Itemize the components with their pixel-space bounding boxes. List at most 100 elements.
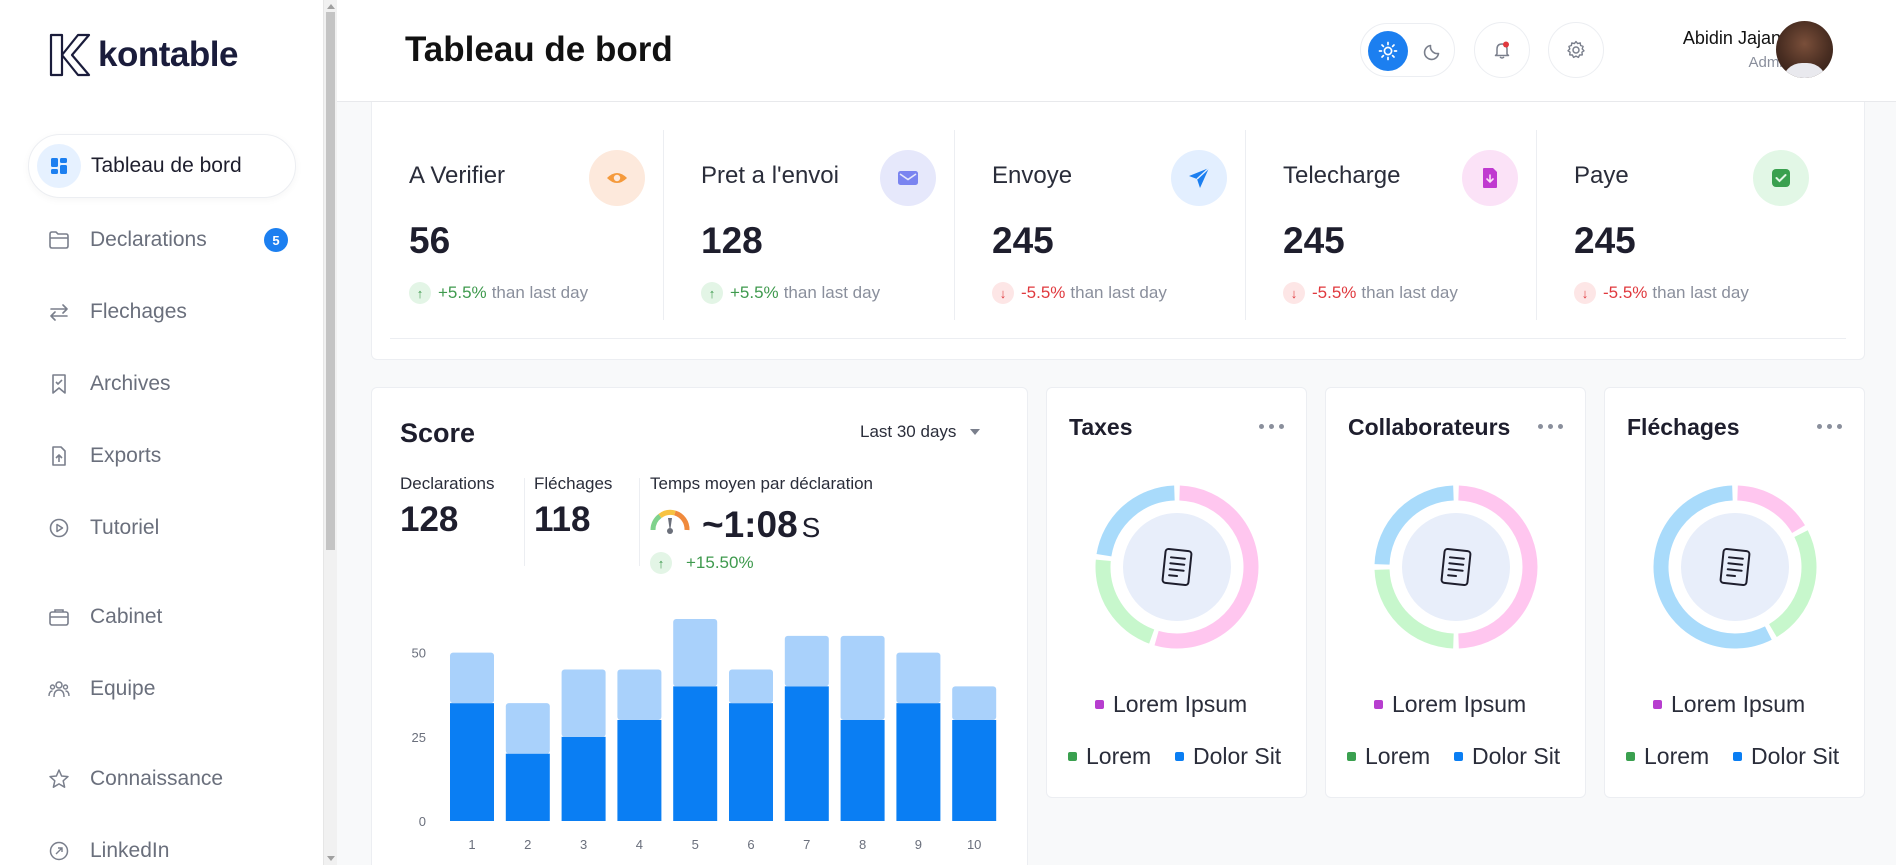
more-options-icon[interactable]	[1538, 424, 1563, 429]
legend-swatch	[1175, 752, 1184, 761]
legend-item: Lorem Ipsum	[1374, 691, 1526, 718]
y-tick-label: 0	[419, 814, 426, 829]
bar-6-series-1	[729, 703, 773, 821]
trend-pct: +5.5%	[730, 283, 779, 302]
scroll-up-arrow-icon[interactable]	[327, 4, 335, 9]
stat-value: 245	[1283, 220, 1345, 261]
play-circle-icon	[44, 513, 74, 543]
sidebar-item-archives[interactable]: Archives	[28, 352, 296, 416]
stat-title: A Verifier	[409, 162, 506, 189]
sidebar-item-connaissance[interactable]: Connaissance	[28, 747, 296, 811]
bar-8-series-2	[840, 635, 885, 720]
arrow-down-icon: ↓	[1574, 282, 1596, 304]
legend-swatch	[1454, 752, 1463, 761]
stat-trend: ↓ -5.5% than last day	[992, 282, 1167, 304]
stats-card: A Verifier 56 ↑ +5.5% than last day Pret…	[371, 102, 1865, 360]
bar-7-series-1	[784, 686, 829, 821]
moon-icon[interactable]	[1413, 31, 1453, 71]
bar-5-series-1	[673, 686, 718, 821]
x-tick-label: 4	[636, 837, 643, 852]
user-name: Abidin Jajang	[1682, 28, 1791, 48]
y-tick-label: 50	[412, 646, 426, 661]
legend-item: Lorem Ipsum	[1095, 691, 1247, 718]
arrow-down-icon: ↓	[1283, 282, 1305, 304]
more-options-icon[interactable]	[1259, 424, 1284, 429]
brand-name: kontable	[98, 35, 238, 74]
top-header: Tableau de bord Abidin Jajang Admin	[337, 0, 1896, 102]
trend-pct: -5.5%	[1021, 283, 1066, 302]
x-tick-label: 8	[859, 837, 866, 852]
avatar[interactable]	[1776, 21, 1833, 78]
legend-item: Dolor Sit	[1733, 743, 1839, 770]
gear-icon	[1567, 40, 1585, 59]
trend-pct: +5.5%	[438, 283, 487, 302]
linkedin-icon	[44, 836, 74, 865]
sidebar-item-linkedin[interactable]: LinkedIn	[28, 819, 296, 865]
stat-trend: ↑ +5.5% than last day	[701, 282, 880, 304]
sidebar-item-label: Flechages	[90, 300, 187, 323]
bar-7-series-2	[784, 635, 829, 687]
bar-9-series-2	[896, 652, 941, 704]
stat-value: 128	[701, 220, 763, 261]
arrow-up-icon: ↑	[701, 282, 723, 304]
x-tick-label: 9	[915, 837, 922, 852]
sidebar-item-label: Equipe	[90, 677, 156, 700]
dashboard-icon	[37, 144, 81, 188]
y-tick-label: 25	[412, 730, 426, 745]
sidebar-item-cabinet[interactable]: Cabinet	[28, 585, 296, 649]
legend-swatch	[1626, 752, 1635, 761]
stat-envoye[interactable]: Envoye 245 ↓ -5.5% than last day	[954, 130, 1245, 320]
donut-chart	[1653, 485, 1817, 649]
bar-4-series-2	[617, 669, 662, 720]
eye-icon	[589, 150, 645, 206]
sidebar-item-tutoriel[interactable]: Tutoriel	[28, 496, 296, 560]
legend-swatch	[1095, 700, 1104, 709]
trend-suffix: than last day	[1361, 283, 1458, 302]
stat-trend: ↓ -5.5% than last day	[1574, 282, 1749, 304]
x-tick-label: 1	[468, 837, 475, 852]
settings-button[interactable]	[1548, 22, 1604, 78]
donut-title: Collaborateurs	[1348, 414, 1511, 440]
donut-center	[1681, 513, 1789, 621]
legend-item: Lorem	[1626, 743, 1709, 770]
trend-suffix: than last day	[783, 283, 881, 302]
notifications-button[interactable]	[1474, 22, 1530, 78]
legend-item: Lorem	[1068, 743, 1151, 770]
donut-chart	[1095, 485, 1259, 649]
sidebar-item-equipe[interactable]: Equipe	[28, 657, 296, 721]
sidebar-item-exports[interactable]: Exports	[28, 424, 296, 488]
stat-paye[interactable]: Paye 245 ↓ -5.5% than last day	[1536, 130, 1827, 320]
legend-item: Dolor Sit	[1454, 743, 1560, 770]
x-tick-label: 7	[803, 837, 810, 852]
send-icon	[1171, 150, 1227, 206]
star-icon	[44, 764, 74, 794]
sidebar-item-flechages[interactable]: Flechages	[28, 280, 296, 344]
sidebar-item-declarations[interactable]: Declarations 5	[28, 208, 296, 272]
x-tick-label: 5	[692, 837, 699, 852]
sidebar-item-label: Archives	[90, 372, 171, 395]
donut-center	[1402, 513, 1510, 621]
sidebar-scrollbar[interactable]	[323, 0, 337, 865]
brand-logo[interactable]: kontable	[48, 32, 238, 78]
stat-value: 245	[992, 220, 1054, 261]
bar-6-series-2	[729, 669, 773, 704]
scroll-thumb[interactable]	[326, 12, 335, 550]
legend-swatch	[1068, 752, 1077, 761]
sidebar-item-tableau-de-bord[interactable]: Tableau de bord	[28, 134, 296, 198]
scroll-down-arrow-icon[interactable]	[327, 856, 335, 861]
score-bar-chart: 0 25 50 1 2 3 4 5 6 7 8 9 10	[412, 619, 997, 852]
x-tick-label: 2	[524, 837, 531, 852]
donut-card-2: Collaborateurs Lorem Ipsum Lorem Dolor S…	[1325, 387, 1586, 798]
swap-arrows-icon	[44, 297, 74, 327]
more-options-icon[interactable]	[1817, 424, 1842, 429]
x-tick-label: 6	[747, 837, 754, 852]
page-title: Tableau de bord	[405, 30, 673, 69]
sun-icon[interactable]	[1368, 31, 1408, 71]
stat-a-verifier[interactable]: A Verifier 56 ↑ +5.5% than last day	[372, 130, 663, 320]
stat-pret-a-l-envoi[interactable]: Pret a l'envoi 128 ↑ +5.5% than last day	[663, 130, 954, 320]
theme-toggle[interactable]	[1360, 23, 1455, 77]
kontable-logo-icon	[49, 33, 91, 77]
sidebar-item-label: Tableau de bord	[91, 154, 242, 177]
stat-telecharge[interactable]: Telecharge 245 ↓ -5.5% than last day	[1245, 130, 1536, 320]
team-icon	[44, 674, 74, 704]
